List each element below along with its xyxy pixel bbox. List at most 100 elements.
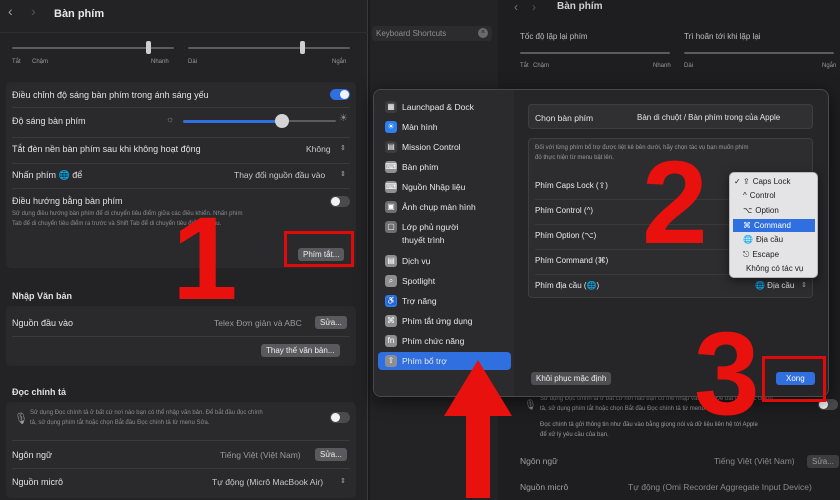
bg-language-edit-button[interactable]: Sửa... bbox=[807, 455, 839, 468]
sidebar-item-function-keys[interactable]: fn Phím chức năng bbox=[378, 332, 511, 350]
bg-dictation-desc-2: tả, sử dụng phím tắt hoặc chọn Bắt đầu Đ… bbox=[540, 406, 720, 412]
sidebar-item-display[interactable]: ☀ Màn hình bbox=[378, 118, 511, 136]
keyboard-navigation-toggle[interactable] bbox=[330, 196, 350, 207]
annotation-number-2: 2 bbox=[642, 137, 708, 269]
speed-fast-label: Nhanh bbox=[151, 59, 169, 65]
sidebar-item-input-sources[interactable]: ⌨ Nguồn Nhập liệu bbox=[378, 178, 511, 196]
sidebar-item-launchpad[interactable]: ▦ Launchpad & Dock bbox=[378, 98, 511, 116]
back-arrow-icon[interactable]: ‹ bbox=[514, 0, 518, 14]
delay-thumb[interactable] bbox=[300, 41, 305, 54]
screenshot-icon: ▣ bbox=[385, 201, 397, 213]
menu-item-glyph: ⌥ bbox=[743, 206, 753, 215]
brightness-high-icon: ☀ bbox=[339, 113, 348, 124]
adjust-brightness-toggle[interactable] bbox=[330, 89, 350, 100]
control-key-label: Phím Control (^) bbox=[535, 206, 593, 215]
keyboard-icon: ⌨ bbox=[385, 161, 397, 173]
select-keyboard-value[interactable]: Bàn di chuột / Bàn phím trong của Apple bbox=[637, 113, 780, 122]
menu-item-caps-lock[interactable]: ✓ ⇪ Caps Lock bbox=[733, 175, 815, 188]
back-arrow-icon[interactable]: ‹ bbox=[8, 3, 13, 19]
speed-off-label: Tắt bbox=[12, 59, 21, 65]
forward-arrow-icon[interactable]: › bbox=[532, 0, 536, 14]
turn-off-backlight-value[interactable]: Không bbox=[306, 144, 331, 154]
delay-slider[interactable] bbox=[684, 52, 834, 54]
dictation-toggle[interactable] bbox=[330, 412, 350, 423]
sidebar-item-label: Phím tắt ứng dụng bbox=[402, 316, 473, 326]
menu-item-command[interactable]: ⌘ Command bbox=[733, 219, 815, 232]
sidebar-item-spotlight[interactable]: ⌕ Spotlight bbox=[378, 272, 511, 290]
brightness-slider-fill[interactable] bbox=[183, 120, 280, 123]
launchpad-icon: ▦ bbox=[385, 101, 397, 113]
updown-icon[interactable]: ⇕ bbox=[340, 170, 346, 178]
microphone-icon: 🎙 bbox=[524, 400, 537, 411]
brightness-slider-thumb[interactable] bbox=[275, 114, 289, 128]
sidebar-item-label: Ảnh chụp màn hình bbox=[402, 202, 476, 212]
updown-icon[interactable]: ⇕ bbox=[340, 477, 346, 485]
dialog-sidebar: ▦ Launchpad & Dock ☀ Màn hình ▤ Mission Contr… bbox=[374, 90, 514, 396]
checkmark-icon: ✓ bbox=[734, 177, 741, 186]
microphone-source-value[interactable]: Tự động (Micrô MacBook Air) bbox=[212, 477, 323, 487]
delay-long-label: Dài bbox=[188, 59, 198, 65]
bg-long-label: Dài bbox=[684, 63, 694, 69]
menu-item-glyph: ⎋ bbox=[743, 250, 750, 259]
key-repeat-thumb[interactable] bbox=[146, 41, 151, 54]
keyboard-brightness-label: Độ sáng bàn phím bbox=[12, 116, 86, 126]
menu-item-glyph: ⇪ bbox=[743, 177, 750, 186]
accessibility-icon: ♿ bbox=[385, 295, 397, 307]
menu-item-glyph: 🌐 bbox=[743, 235, 753, 244]
keyboard-navigation-label: Điều hướng bằng bàn phím bbox=[12, 196, 123, 206]
app-shortcuts-icon: ⌘ bbox=[385, 315, 397, 327]
sidebar-item-keyboard[interactable]: ⌨ Bàn phím bbox=[378, 158, 511, 176]
text-input-header: Nhập Văn bản bbox=[12, 291, 73, 301]
sidebar-item-label: Màn hình bbox=[402, 122, 438, 132]
bg-mic-value[interactable]: Tự động (Omi Recorder Aggregate Input De… bbox=[628, 482, 812, 492]
menu-item-địa-cầu[interactable]: 🌐 Địa cầu bbox=[733, 233, 815, 246]
bg-dictation-desc-4: để xử lý yêu cầu của bạn. bbox=[540, 432, 609, 438]
menu-item-label: Control bbox=[749, 191, 776, 200]
sidebar-item-screenshot[interactable]: ▣ Ảnh chụp màn hình bbox=[378, 198, 511, 216]
menu-item-không-có-tác-vụ[interactable]: Không có tác vụ bbox=[733, 262, 815, 275]
turn-off-backlight-label: Tắt đèn nền bàn phím sau khi không hoạt … bbox=[12, 144, 201, 154]
clear-search-icon[interactable]: × bbox=[478, 28, 488, 38]
sidebar-item-app-shortcuts[interactable]: ⌘ Phím tắt ứng dụng bbox=[378, 312, 511, 330]
annotation-number-3: 3 bbox=[694, 308, 760, 440]
annotation-box-1 bbox=[284, 231, 354, 267]
sidebar-item-label: Spotlight bbox=[402, 276, 436, 286]
sidebar-item-label: Nguồn Nhập liệu bbox=[402, 182, 466, 192]
sidebar-item-mission-control[interactable]: ▤ Mission Control bbox=[378, 138, 511, 156]
sidebar-item-presenter-overlay[interactable]: ▢ Lớp phủ người thuyết trình bbox=[378, 218, 511, 252]
menu-item-label: Địa cầu bbox=[755, 235, 784, 244]
services-icon: ▤ bbox=[385, 255, 397, 267]
presenter-overlay-icon: ▢ bbox=[385, 221, 397, 233]
modifier-desc-2: đó thực hiện từ menu bật lên. bbox=[535, 155, 614, 161]
input-sources-label: Nguồn đầu vào bbox=[12, 318, 74, 328]
key-repeat-label: Tốc độ lặp lại phím bbox=[520, 32, 588, 41]
bg-language-label: Ngôn ngữ bbox=[520, 456, 558, 466]
input-sources-icon: ⌨ bbox=[385, 181, 397, 193]
window-title: Bàn phím bbox=[54, 8, 105, 20]
sidebar-item-label: Launchpad & Dock bbox=[402, 102, 474, 112]
menu-item-option[interactable]: ⌥ Option bbox=[733, 204, 815, 217]
updown-icon[interactable]: ⇕ bbox=[801, 281, 807, 289]
menu-item-escape[interactable]: ⎋ Escape bbox=[733, 248, 815, 261]
sidebar-item-label: Trợ năng bbox=[402, 296, 437, 306]
delay-slider[interactable] bbox=[188, 47, 350, 49]
text-replacements-button[interactable]: Thay thế văn bản... bbox=[261, 344, 340, 357]
annotation-number-1: 1 bbox=[172, 193, 238, 325]
press-globe-value[interactable]: Thay đổi nguồn đầu vào bbox=[234, 170, 325, 180]
updown-icon[interactable]: ⇕ bbox=[340, 144, 346, 152]
restore-defaults-button[interactable]: Khôi phục mặc định bbox=[531, 372, 612, 385]
sidebar-item-accessibility[interactable]: ♿ Trợ năng bbox=[378, 292, 511, 310]
edit-input-sources-button[interactable]: Sửa... bbox=[315, 316, 347, 329]
speed-slow-label: Chậm bbox=[32, 59, 49, 65]
sidebar-item-services[interactable]: ▤ Dịch vụ bbox=[378, 252, 511, 270]
menu-item-control[interactable]: ^ Control bbox=[733, 189, 815, 202]
forward-arrow-icon[interactable]: › bbox=[31, 3, 36, 19]
sidebar-item-label: Mission Control bbox=[402, 142, 461, 152]
dictation-desc-1: Sử dụng Đọc chính tả ở bất cứ nơi nào bạ… bbox=[30, 410, 263, 416]
globe-key-value[interactable]: 🌐 Địa cầu bbox=[755, 281, 794, 290]
dictation-desc-2: tả, sử dụng phím tắt hoặc chọn Bắt đầu Đ… bbox=[30, 420, 210, 426]
edit-language-button[interactable]: Sửa... bbox=[315, 448, 347, 461]
delay-short-label: Ngắn bbox=[332, 59, 347, 65]
search-field[interactable]: Keyboard Shortcuts × bbox=[372, 26, 492, 41]
key-repeat-slider[interactable] bbox=[520, 52, 670, 54]
